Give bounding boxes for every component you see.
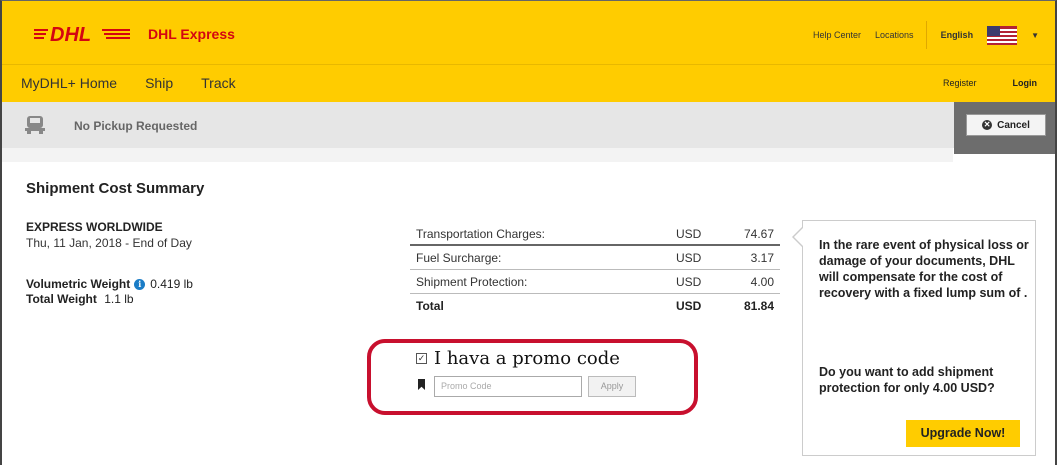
protection-callout: In the rare event of physical loss or da… [802, 220, 1036, 456]
charges-table: Transportation Charges: USD 74.67 Fuel S… [410, 222, 780, 318]
volumetric-value: 0.419 lb [150, 277, 193, 291]
page-title: Shipment Cost Summary [26, 180, 205, 197]
divider-strip [2, 148, 953, 162]
chevron-down-icon[interactable]: ▼ [1031, 31, 1039, 40]
service-name: EXPRESS WORLDWIDE [26, 220, 163, 234]
volumetric-label: Volumetric Weight [26, 277, 131, 291]
total-currency: USD [676, 299, 702, 313]
nav-track[interactable]: Track [201, 75, 235, 91]
cancel-button[interactable]: ✕ Cancel [966, 114, 1046, 136]
charge-row: Shipment Protection: USD 4.00 [410, 270, 780, 294]
charge-amount: 3.17 [750, 251, 774, 265]
account-links: Register Login [907, 78, 1037, 88]
svg-text:DHL: DHL [50, 24, 91, 45]
charge-row: Transportation Charges: USD 74.67 [410, 222, 780, 246]
pickup-status: No Pickup Requested [74, 119, 198, 133]
main-nav: MyDHL+ Home Ship Track Register Login [2, 64, 1055, 102]
cancel-area: ✕ Cancel [954, 102, 1055, 154]
login-link[interactable]: Login [1013, 78, 1038, 88]
info-icon[interactable]: i [134, 278, 146, 290]
promo-checkbox-label: I hava a promo code [434, 348, 620, 369]
total-amount: 81.84 [743, 299, 774, 313]
charge-row: Fuel Surcharge: USD 3.17 [410, 246, 780, 270]
total-label: Total [416, 299, 444, 313]
nav-links: MyDHL+ Home Ship Track [21, 75, 264, 91]
charge-label: Transportation Charges: [416, 227, 545, 241]
close-icon: ✕ [982, 120, 993, 130]
pickup-bar: No Pickup Requested ✕ Cancel [2, 102, 1055, 154]
promo-checkbox-row[interactable]: ✓ I hava a promo code [416, 348, 620, 369]
volumetric-weight: Volumetric Weight i 0.419 lb [26, 277, 193, 291]
promo-checkbox[interactable]: ✓ [416, 353, 427, 364]
top-header: DHL DHL Express Help Center Locations En… [2, 1, 1055, 64]
promo-code-input[interactable]: Promo Code [434, 376, 582, 397]
brand-name: DHL Express [148, 26, 235, 42]
us-flag-icon[interactable] [987, 25, 1018, 45]
protection-question: Do you want to add shipment protection f… [819, 365, 995, 395]
cancel-label: Cancel [997, 119, 1030, 131]
charge-label: Fuel Surcharge: [416, 251, 502, 265]
charge-currency: USD [676, 251, 702, 265]
service-date: Thu, 11 Jan, 2018 - End of Day [26, 236, 192, 250]
upgrade-button[interactable]: Upgrade Now! [906, 420, 1020, 447]
dhl-logo[interactable]: DHL [34, 23, 130, 45]
protection-message: In the rare event of physical loss or da… [819, 238, 1029, 300]
charge-label: Shipment Protection: [416, 275, 528, 289]
language-selector[interactable]: English [941, 30, 974, 40]
apply-button[interactable]: Apply [588, 376, 636, 397]
divider [925, 21, 927, 49]
pickup-truck-icon [25, 116, 45, 134]
total-weight: Total Weight 1.1 lb [26, 292, 134, 306]
total-weight-label: Total Weight [26, 292, 97, 306]
total-row: Total USD 81.84 [410, 294, 780, 318]
total-weight-value: 1.1 lb [104, 292, 134, 306]
charge-amount: 74.67 [743, 227, 774, 241]
locations-link[interactable]: Locations [875, 30, 914, 40]
charge-amount: 4.00 [750, 275, 774, 289]
help-center-link[interactable]: Help Center [813, 30, 861, 40]
callout-pointer-inner [794, 227, 804, 247]
nav-home[interactable]: MyDHL+ Home [21, 75, 117, 91]
charge-currency: USD [676, 227, 702, 241]
register-link[interactable]: Register [943, 78, 977, 88]
charge-currency: USD [676, 275, 702, 289]
nav-ship[interactable]: Ship [145, 75, 173, 91]
utility-links: Help Center Locations English ▼ [799, 21, 1039, 49]
